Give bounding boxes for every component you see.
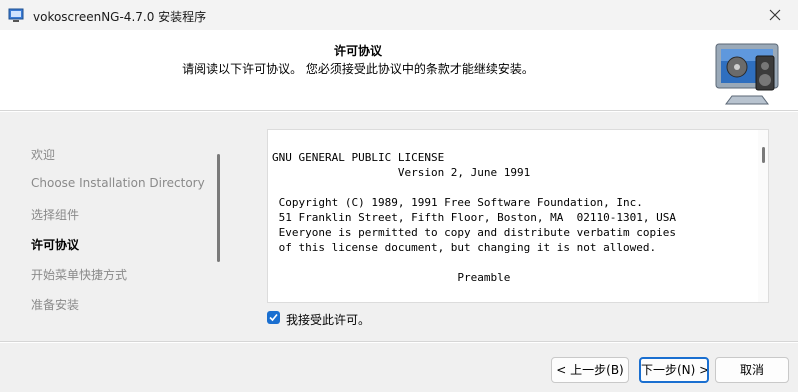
checkmark-icon <box>269 313 278 322</box>
step-ready-to-install: 准备安装 <box>31 298 80 312</box>
step-start-menu: 开始菜单快捷方式 <box>31 268 128 282</box>
installer-icon <box>8 8 24 22</box>
scrollbar-thumb[interactable] <box>762 147 765 163</box>
page-subtitle: 请阅读以下许可协议。 您必须接受此协议中的条款才能继续安装。 <box>182 62 534 76</box>
step-welcome: 欢迎 <box>31 148 56 162</box>
license-scrollbar[interactable] <box>758 130 768 302</box>
header-divider <box>0 110 798 112</box>
cancel-button[interactable]: 取消 <box>715 357 789 383</box>
close-button[interactable] <box>752 0 798 30</box>
page-title: 许可协议 <box>333 44 382 58</box>
footer-divider <box>0 341 798 343</box>
step-components: 选择组件 <box>31 208 80 222</box>
next-button[interactable]: 下一步(N) > <box>639 357 709 383</box>
accept-label[interactable]: 我接受此许可。 <box>286 311 370 328</box>
accept-checkbox[interactable] <box>267 311 280 324</box>
close-icon <box>769 9 781 21</box>
license-textbox[interactable]: GNU GENERAL PUBLIC LICENSE Version 2, Ju… <box>267 129 769 303</box>
title-bar: vokoscreenNG-4.7.0 安装程序 <box>0 0 798 30</box>
window-title: vokoscreenNG-4.7.0 安装程序 <box>33 10 207 24</box>
step-license: 许可协议 <box>31 238 80 252</box>
monitor-speaker-icon <box>715 43 779 105</box>
steps-sidebar: 欢迎 Choose Installation Directory 选择组件 许可… <box>0 135 222 325</box>
license-text: GNU GENERAL PUBLIC LICENSE Version 2, Ju… <box>272 151 676 302</box>
sidebar-scrollbar[interactable] <box>217 154 220 262</box>
step-install-directory: Choose Installation Directory <box>31 176 205 190</box>
back-button[interactable]: < 上一步(B) <box>551 357 629 383</box>
page-header: 许可协议 请阅读以下许可协议。 您必须接受此协议中的条款才能继续安装。 <box>0 30 798 110</box>
